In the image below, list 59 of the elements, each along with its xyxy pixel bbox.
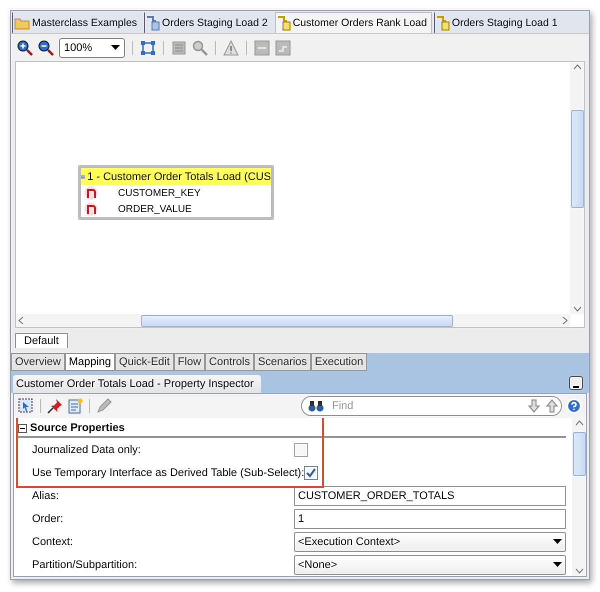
- minimize-icon: [572, 385, 580, 389]
- caret-icon: [553, 562, 562, 567]
- view-tab[interactable]: Execution: [310, 353, 368, 371]
- zoom-out-icon[interactable]: [38, 40, 54, 56]
- column-icon: [84, 202, 98, 216]
- folder-icon: [14, 16, 30, 30]
- down-arrow-icon: [528, 399, 540, 413]
- minimize-button[interactable]: [569, 376, 583, 390]
- help-icon[interactable]: [566, 398, 582, 414]
- temporary-interface-icon: [436, 16, 450, 30]
- diagram-tab[interactable]: Default: [15, 333, 68, 348]
- property-label: Context:: [31, 536, 74, 548]
- dropdown[interactable]: <Execution Context>: [294, 532, 566, 552]
- datastore-node[interactable]: 1 - Customer Order Totals Load (CUS CUSTOMER_KEY ORDER_VALUE: [78, 165, 274, 220]
- text-field[interactable]: CUSTOMER_ORDER_TOTALS: [294, 486, 566, 506]
- layers-icon[interactable]: [171, 40, 187, 56]
- section-title: Source Properties: [30, 422, 125, 434]
- warning-icon[interactable]: [223, 40, 239, 56]
- select-icon[interactable]: [18, 398, 34, 414]
- checkbox[interactable]: [294, 442, 308, 456]
- view-tab[interactable]: Flow: [174, 353, 206, 371]
- collapse-icon[interactable]: [18, 424, 27, 432]
- property-label: Use Temporary Interface as Derived Table (Sub-Select):: [31, 466, 304, 478]
- column-name: ORDER_VALUE: [118, 204, 192, 214]
- editor-tab[interactable]: Customer Orders Rank Load: [274, 12, 432, 33]
- column-name: CUSTOMER_KEY: [118, 188, 201, 198]
- edit-document-icon[interactable]: [67, 398, 83, 414]
- vertical-scrollbar[interactable]: [570, 62, 584, 314]
- interface-icon: [146, 16, 160, 30]
- node-title: 1 - Customer Order Totals Load (CUS: [87, 170, 271, 182]
- search-icon[interactable]: [192, 40, 208, 56]
- dropdown[interactable]: <None>: [294, 554, 566, 574]
- panel-title: Customer Order Totals Load - Property Inspector: [13, 375, 261, 393]
- zoom-in-icon[interactable]: [17, 40, 33, 56]
- zoom-dropdown[interactable]: 100%: [59, 38, 125, 58]
- property-label: Order:: [31, 512, 64, 524]
- temporary-interface-icon: [276, 16, 291, 30]
- view-tab[interactable]: Overview: [11, 353, 65, 371]
- property-label: Partition/Subpartition:: [31, 558, 138, 570]
- find-box[interactable]: Find: [301, 396, 562, 416]
- view-tab[interactable]: Quick-Edit: [115, 353, 174, 371]
- column-icon: [84, 186, 98, 200]
- property-label: Journalized Data only:: [31, 444, 142, 456]
- checkbox[interactable]: [304, 466, 318, 480]
- binoculars-icon: [308, 400, 324, 412]
- pencil-icon[interactable]: [96, 398, 112, 414]
- view-tab[interactable]: Mapping: [64, 353, 116, 371]
- view-tab[interactable]: Controls: [205, 353, 254, 371]
- pin-icon[interactable]: [47, 398, 63, 414]
- check-icon: [306, 468, 316, 478]
- fit-to-window-icon[interactable]: [140, 40, 156, 56]
- property-label: Alias:: [31, 490, 60, 502]
- vertical-scrollbar[interactable]: [572, 418, 586, 576]
- caret-icon: [553, 539, 562, 544]
- view-tab[interactable]: Scenarios: [254, 353, 311, 371]
- caret-icon: [111, 45, 120, 50]
- text-field[interactable]: 1: [294, 508, 566, 528]
- up-arrow-icon: [546, 399, 558, 413]
- horizontal-scrollbar[interactable]: [16, 314, 570, 327]
